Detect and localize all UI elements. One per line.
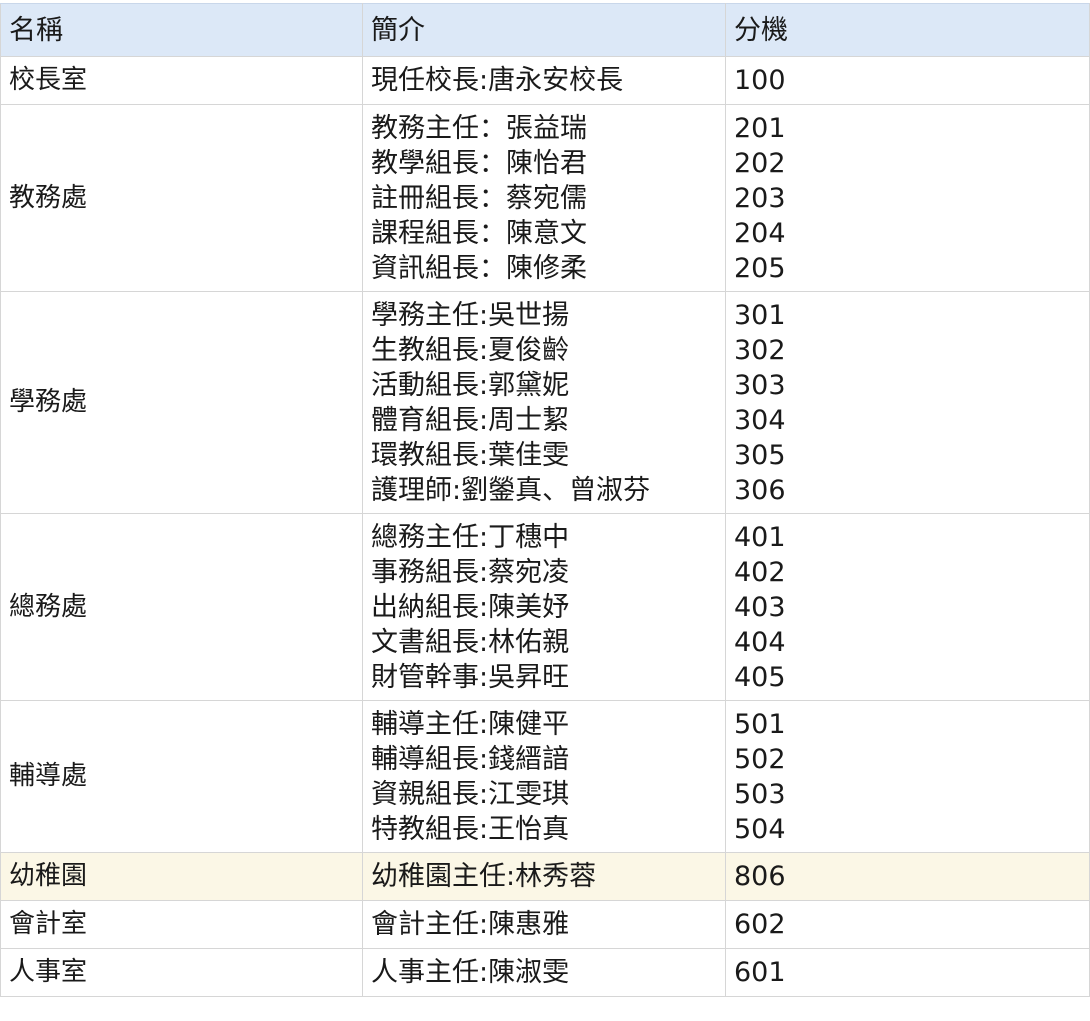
extension-number: 403 <box>734 592 786 623</box>
extension-cell: 602 <box>725 900 1090 949</box>
staff-entry: 現任校長:唐永安校長 <box>371 65 624 96</box>
extension-number: 202 <box>734 148 786 179</box>
description-cell: 現任校長:唐永安校長 <box>362 56 726 105</box>
table-row: 會計室 會計主任:陳惠雅 602 <box>0 900 1090 949</box>
table-row: 幼稚園 幼稚園主任:林秀蓉 806 <box>0 852 1090 901</box>
staff-entry: 會計主任:陳惠雅 <box>371 909 570 940</box>
staff-entry: 課程組長：陳意文 <box>371 218 587 249</box>
staff-entry: 活動組長:郭黛妮 <box>371 370 570 401</box>
extension-number: 601 <box>734 957 786 988</box>
office-name-cell: 人事室 <box>0 948 363 997</box>
header-extension: 分機 <box>725 3 1090 57</box>
staff-entry: 幼稚園主任:林秀蓉 <box>371 861 597 892</box>
office-name-cell: 教務處 <box>0 104 363 292</box>
staff-entry: 資親組長:江雯琪 <box>371 779 570 810</box>
staff-entry: 護理師:劉鎣真、曾淑芬 <box>371 475 651 506</box>
staff-entry: 特教組長:王怡真 <box>371 814 570 845</box>
extension-number: 205 <box>734 253 786 284</box>
header-name: 名稱 <box>0 3 363 57</box>
description-cell: 幼稚園主任:林秀蓉 <box>362 852 726 901</box>
office-name-cell: 輔導處 <box>0 700 363 853</box>
extension-number: 100 <box>734 65 786 96</box>
header-description: 簡介 <box>362 3 726 57</box>
extension-number: 304 <box>734 405 786 436</box>
extension-number: 201 <box>734 113 786 144</box>
table-row: 校長室 現任校長:唐永安校長 100 <box>0 56 1090 105</box>
description-cell: 學務主任:吳世揚 生教組長:夏俊齡 活動組長:郭黛妮 體育組長:周士絜 環教組長:葉佳雯… <box>362 291 726 514</box>
extension-cell: 201 202 203 204 205 <box>725 104 1090 292</box>
extension-cell: 806 <box>725 852 1090 901</box>
description-cell: 輔導主任:陳健平 輔導組長:錢縉諳 資親組長:江雯琪 特教組長:王怡真 <box>362 700 726 853</box>
extension-cell: 601 <box>725 948 1090 997</box>
staff-entry: 財管幹事:吳昇旺 <box>371 662 570 693</box>
extension-number: 806 <box>734 861 786 892</box>
table-row: 學務處 學務主任:吳世揚 生教組長:夏俊齡 活動組長:郭黛妮 體育組長:周士絜 環教組長:… <box>0 291 1090 514</box>
extension-cell: 301 302 303 304 305 306 <box>725 291 1090 514</box>
table-header: 名稱 簡介 分機 <box>0 3 1090 57</box>
description-cell: 會計主任:陳惠雅 <box>362 900 726 949</box>
header-row: 名稱 簡介 分機 <box>0 3 1090 57</box>
extension-number: 502 <box>734 744 786 775</box>
extension-number: 405 <box>734 662 786 693</box>
table-row: 總務處 總務主任:丁穗中 事務組長:蔡宛凌 出納組長:陳美妤 文書組長:林佑親 財管幹事:… <box>0 513 1090 701</box>
extension-cell: 401 402 403 404 405 <box>725 513 1090 701</box>
office-name-cell: 學務處 <box>0 291 363 514</box>
extension-number: 306 <box>734 475 786 506</box>
extension-number: 602 <box>734 909 786 940</box>
table-row: 人事室 人事主任:陳淑雯 601 <box>0 948 1090 997</box>
extension-number: 301 <box>734 300 786 331</box>
staff-entry: 學務主任:吳世揚 <box>371 300 570 331</box>
staff-entry: 人事主任:陳淑雯 <box>371 957 570 988</box>
staff-entry: 文書組長:林佑親 <box>371 627 570 658</box>
extension-number: 504 <box>734 814 786 845</box>
extension-number: 302 <box>734 335 786 366</box>
staff-entry: 出納組長:陳美妤 <box>371 592 570 623</box>
extension-number: 203 <box>734 183 786 214</box>
staff-entry: 資訊組長：陳修柔 <box>371 253 587 284</box>
extension-cell: 501 502 503 504 <box>725 700 1090 853</box>
extension-number: 404 <box>734 627 786 658</box>
extension-number: 204 <box>734 218 786 249</box>
extension-number: 303 <box>734 370 786 401</box>
staff-entry: 生教組長:夏俊齡 <box>371 335 570 366</box>
extension-number: 503 <box>734 779 786 810</box>
office-name-cell: 校長室 <box>0 56 363 105</box>
extension-number: 305 <box>734 440 786 471</box>
staff-entry: 體育組長:周士絜 <box>371 405 570 436</box>
office-name-cell: 幼稚園 <box>0 852 363 901</box>
description-cell: 總務主任:丁穗中 事務組長:蔡宛凌 出納組長:陳美妤 文書組長:林佑親 財管幹事:吳昇旺 <box>362 513 726 701</box>
staff-entry: 事務組長:蔡宛凌 <box>371 557 570 588</box>
extension-directory-table: 名稱 簡介 分機 校長室 現任校長:唐永安校長 100 教務處 教務主任：張益瑞 教學組長… <box>0 3 1090 997</box>
staff-entry: 輔導組長:錢縉諳 <box>371 744 570 775</box>
staff-entry: 輔導主任:陳健平 <box>371 709 570 740</box>
table-body: 校長室 現任校長:唐永安校長 100 教務處 教務主任：張益瑞 教學組長：陳怡君 註冊組長：… <box>0 56 1090 997</box>
table-row: 教務處 教務主任：張益瑞 教學組長：陳怡君 註冊組長：蔡宛儒 課程組長：陳意文 資訊組長：… <box>0 104 1090 292</box>
staff-entry: 教學組長：陳怡君 <box>371 148 587 179</box>
extension-number: 401 <box>734 522 786 553</box>
extension-number: 402 <box>734 557 786 588</box>
staff-entry: 環教組長:葉佳雯 <box>371 440 570 471</box>
office-name-cell: 總務處 <box>0 513 363 701</box>
staff-entry: 教務主任：張益瑞 <box>371 113 587 144</box>
staff-entry: 註冊組長：蔡宛儒 <box>371 183 587 214</box>
office-name-cell: 會計室 <box>0 900 363 949</box>
extension-number: 501 <box>734 709 786 740</box>
description-cell: 教務主任：張益瑞 教學組長：陳怡君 註冊組長：蔡宛儒 課程組長：陳意文 資訊組長：陳修柔 <box>362 104 726 292</box>
description-cell: 人事主任:陳淑雯 <box>362 948 726 997</box>
extension-cell: 100 <box>725 56 1090 105</box>
staff-entry: 總務主任:丁穗中 <box>371 522 570 553</box>
table-row: 輔導處 輔導主任:陳健平 輔導組長:錢縉諳 資親組長:江雯琪 特教組長:王怡真 501 50… <box>0 700 1090 853</box>
